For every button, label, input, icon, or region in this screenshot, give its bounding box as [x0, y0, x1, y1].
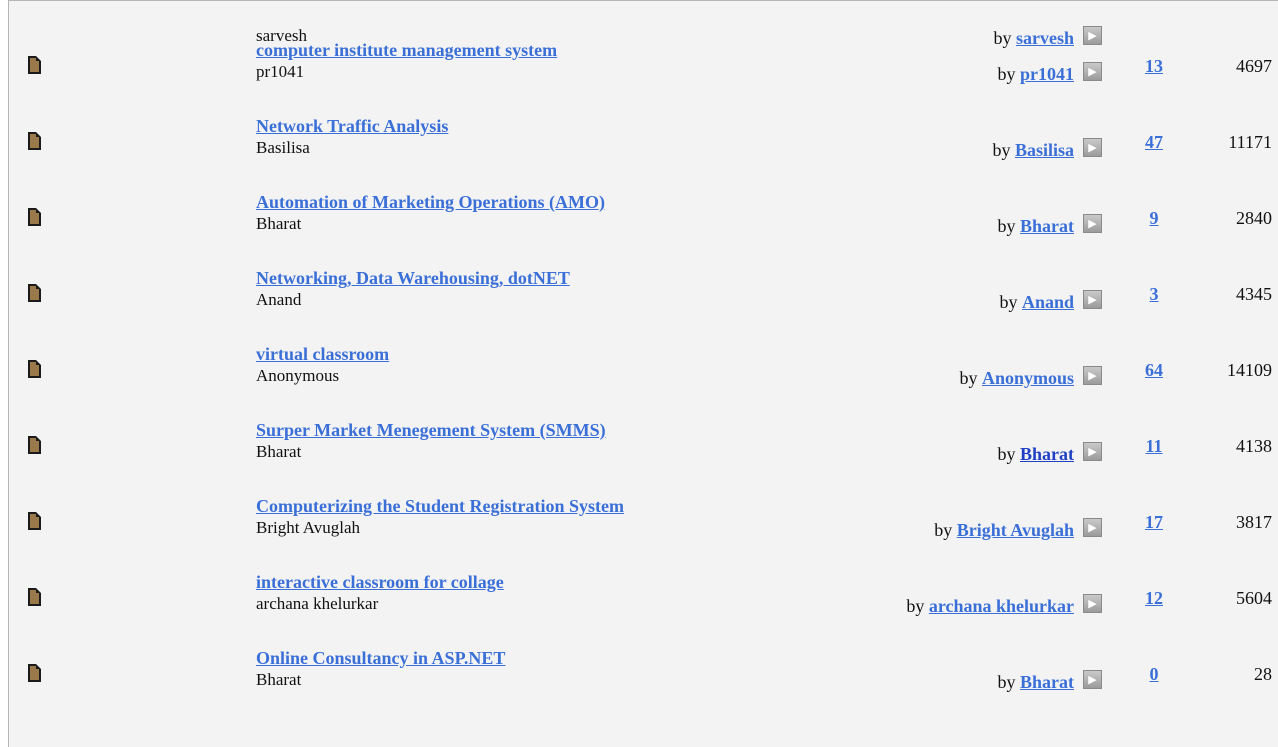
arrow-right-icon[interactable]: ▶	[1083, 138, 1102, 157]
table-row: Network Traffic Analysis Basilisa by Bas…	[9, 116, 1278, 192]
arrow-right-icon[interactable]: ▶	[1083, 290, 1102, 309]
document-icon	[28, 56, 41, 74]
views-count: 14109	[1227, 360, 1272, 380]
topic-author: Bright Avuglah	[256, 518, 361, 537]
table-row: Online Consultancy in ASP.NET Bharat by …	[9, 648, 1278, 724]
topic-title-link[interactable]: computer institute management system	[256, 40, 557, 61]
views-count: 2840	[1236, 208, 1272, 228]
arrow-right-icon[interactable]: ▶	[1083, 214, 1102, 233]
document-icon	[28, 436, 41, 454]
replies-count-link[interactable]: 0	[1139, 664, 1169, 685]
table-row: Surper Market Menegement System (SMMS) B…	[9, 420, 1278, 496]
last-post-author-link[interactable]: Bharat	[1020, 444, 1074, 464]
views-count: 4697	[1236, 56, 1272, 76]
table-row: Automation of Marketing Operations (AMO)…	[9, 192, 1278, 268]
document-icon	[28, 360, 41, 378]
topic-title-link[interactable]: Surper Market Menegement System (SMMS)	[256, 420, 606, 441]
arrow-right-icon[interactable]: ▶	[1083, 366, 1102, 385]
arrow-right-icon[interactable]: ▶	[1083, 594, 1102, 613]
topic-author: pr1041	[256, 62, 305, 81]
topic-title-link[interactable]: Online Consultancy in ASP.NET	[256, 648, 505, 669]
last-post-by: by Anonymous	[959, 368, 1074, 389]
last-post-by: by pr1041	[998, 64, 1075, 85]
topic-list: sarvesh by sarvesh ▶ computer institute …	[8, 0, 1278, 747]
by-label: by	[992, 140, 1015, 160]
by-label: by	[997, 672, 1020, 692]
by-label: by	[997, 64, 1020, 84]
document-icon	[28, 512, 41, 530]
topic-author: Bharat	[256, 670, 302, 689]
topic-title-link[interactable]: interactive classroom for collage	[256, 572, 504, 593]
last-post-author-link[interactable]: Anand	[1022, 292, 1074, 312]
views-count: 4345	[1236, 284, 1272, 304]
document-icon	[28, 208, 41, 226]
replies-count-link[interactable]: 17	[1139, 512, 1169, 533]
topic-author: archana khelurkar	[256, 594, 379, 613]
table-row: virtual classroom Anonymous by Anonymous…	[9, 344, 1278, 420]
topic-author: Bharat	[256, 214, 302, 233]
views-count: 28	[1254, 664, 1272, 684]
last-post-author-link[interactable]: Bharat	[1020, 216, 1074, 236]
replies-count-link[interactable]: 13	[1139, 56, 1169, 77]
replies-count-link[interactable]: 3	[1139, 284, 1169, 305]
arrow-right-icon[interactable]: ▶	[1083, 670, 1102, 689]
topic-author: Anand	[256, 290, 302, 309]
last-post-author-link[interactable]: pr1041	[1020, 64, 1074, 84]
last-post-by: by Bharat	[998, 672, 1075, 693]
last-post-author-link[interactable]: Anonymous	[982, 368, 1074, 388]
arrow-right-icon[interactable]: ▶	[1083, 62, 1102, 81]
topic-title-link[interactable]: Automation of Marketing Operations (AMO)	[256, 192, 605, 213]
document-icon	[28, 664, 41, 682]
replies-count-link[interactable]: 12	[1139, 588, 1169, 609]
replies-count-link[interactable]: 47	[1139, 132, 1169, 153]
views-count: 11171	[1228, 132, 1272, 152]
by-label: by	[997, 444, 1020, 464]
by-label: by	[934, 520, 957, 540]
last-post-by: by Bright Avuglah	[934, 520, 1074, 541]
document-icon	[28, 284, 41, 302]
views-count: 4138	[1236, 436, 1272, 456]
last-post-author-link[interactable]: archana khelurkar	[929, 596, 1074, 616]
last-post-author-link[interactable]: Bright Avuglah	[957, 520, 1074, 540]
replies-count-link[interactable]: 11	[1139, 436, 1169, 457]
last-post-author-link[interactable]: Basilisa	[1015, 140, 1074, 160]
topic-author: Anonymous	[256, 366, 340, 385]
arrow-right-icon[interactable]: ▶	[1083, 442, 1102, 461]
replies-count-link[interactable]: 9	[1139, 208, 1169, 229]
last-post-by: by Basilisa	[992, 140, 1074, 161]
topic-title-link[interactable]: virtual classroom	[256, 344, 389, 365]
last-post-by: by Bharat	[998, 216, 1075, 237]
last-post-by: by Bharat	[998, 444, 1075, 465]
last-post-by: by Anand	[999, 292, 1074, 313]
views-count: 3817	[1236, 512, 1272, 532]
topic-author: Bharat	[256, 442, 302, 461]
document-icon	[28, 588, 41, 606]
table-row: computer institute management system pr1…	[9, 40, 1278, 116]
table-row: Computerizing the Student Registration S…	[9, 496, 1278, 572]
topic-title-link[interactable]: Networking, Data Warehousing, dotNET	[256, 268, 570, 289]
arrow-right-icon[interactable]: ▶	[1083, 518, 1102, 537]
topic-title-link[interactable]: Network Traffic Analysis	[256, 116, 448, 137]
table-row: sarvesh by sarvesh ▶	[9, 0, 1278, 48]
topic-title-link[interactable]: Computerizing the Student Registration S…	[256, 496, 624, 517]
last-post-author-link[interactable]: Bharat	[1020, 672, 1074, 692]
by-label: by	[999, 292, 1022, 312]
table-row: Networking, Data Warehousing, dotNET Ana…	[9, 268, 1278, 344]
last-post-by: by archana khelurkar	[906, 596, 1074, 617]
by-label: by	[906, 596, 929, 616]
by-label: by	[997, 216, 1020, 236]
by-label: by	[959, 368, 982, 388]
topic-author: Basilisa	[256, 138, 310, 157]
table-row: interactive classroom for collage archan…	[9, 572, 1278, 648]
views-count: 5604	[1236, 588, 1272, 608]
replies-count-link[interactable]: 64	[1139, 360, 1169, 381]
document-icon	[28, 132, 41, 150]
